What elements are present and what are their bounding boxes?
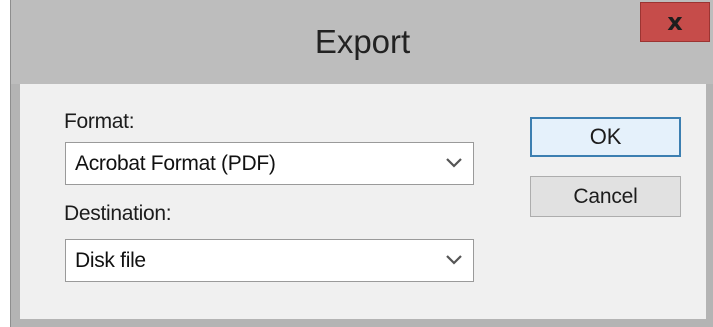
destination-label: Destination:	[64, 202, 172, 225]
dialog-content: Format: Acrobat Format (PDF) Destination…	[20, 84, 706, 319]
destination-selected-value: Disk file	[75, 249, 146, 272]
title-bar[interactable]: Export x	[11, 0, 713, 84]
dialog-title: Export	[314, 23, 411, 60]
ok-button[interactable]: OK	[530, 117, 681, 157]
format-label: Format:	[64, 110, 135, 133]
cancel-button[interactable]: Cancel	[530, 176, 681, 217]
export-dialog: Export x Format: Acrobat Format (PDF) De…	[10, 0, 713, 327]
close-icon: x	[667, 8, 683, 36]
format-selected-value: Acrobat Format (PDF)	[75, 152, 276, 175]
close-button[interactable]: x	[640, 2, 710, 42]
format-select[interactable]: Acrobat Format (PDF)	[65, 142, 474, 185]
screen: Export x Format: Acrobat Format (PDF) De…	[0, 0, 713, 327]
destination-select[interactable]: Disk file	[65, 239, 474, 282]
chevron-down-icon[interactable]	[445, 253, 463, 267]
chevron-down-icon[interactable]	[445, 156, 463, 170]
